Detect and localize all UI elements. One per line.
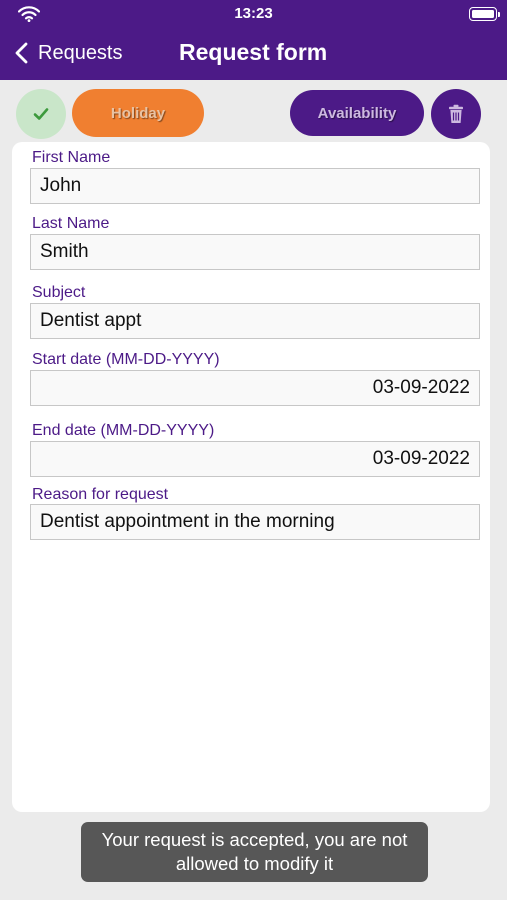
trash-icon (449, 104, 463, 123)
nav-header: 13:23 Requests Request form (0, 0, 507, 80)
back-button[interactable]: Requests (12, 38, 123, 68)
back-label: Requests (38, 41, 123, 64)
last-name-label: Last Name (32, 215, 110, 232)
end-date-field[interactable]: 03-09-2022 (30, 441, 480, 477)
battery-icon (469, 7, 500, 21)
toast-line-2: allowed to modify it (175, 853, 334, 874)
start-date-label: Start date (MM-DD-YYYY) (32, 351, 220, 368)
page-title: Request form (179, 39, 328, 65)
holiday-button[interactable]: Holiday (72, 89, 204, 137)
holiday-label: Holiday (110, 104, 166, 122)
toast-line-1: Your request is accepted, you are not (101, 829, 408, 850)
availability-button[interactable]: Availability (290, 90, 424, 136)
start-date-field[interactable]: 03-09-2022 (30, 370, 480, 406)
reason-label: Reason for request (32, 486, 169, 503)
availability-label: Availability (317, 104, 397, 122)
checkmark-icon (33, 108, 49, 120)
status-bar: 13:23 (0, 0, 507, 28)
subject-label: Subject (32, 284, 86, 301)
toast-message: Your request is accepted, you are not al… (81, 822, 428, 882)
first-name-label: First Name (32, 149, 111, 166)
status-time: 13:23 (234, 5, 273, 22)
reason-field[interactable]: Dentist appointment in the morning (30, 504, 480, 540)
chevron-left-icon (15, 42, 28, 64)
accepted-status-button[interactable] (16, 89, 66, 139)
end-date-label: End date (MM-DD-YYYY) (32, 422, 215, 439)
delete-button[interactable] (431, 89, 481, 139)
subject-field[interactable]: Dentist appt (30, 303, 480, 339)
first-name-field[interactable]: John (30, 168, 480, 204)
last-name-field[interactable]: Smith (30, 234, 480, 270)
